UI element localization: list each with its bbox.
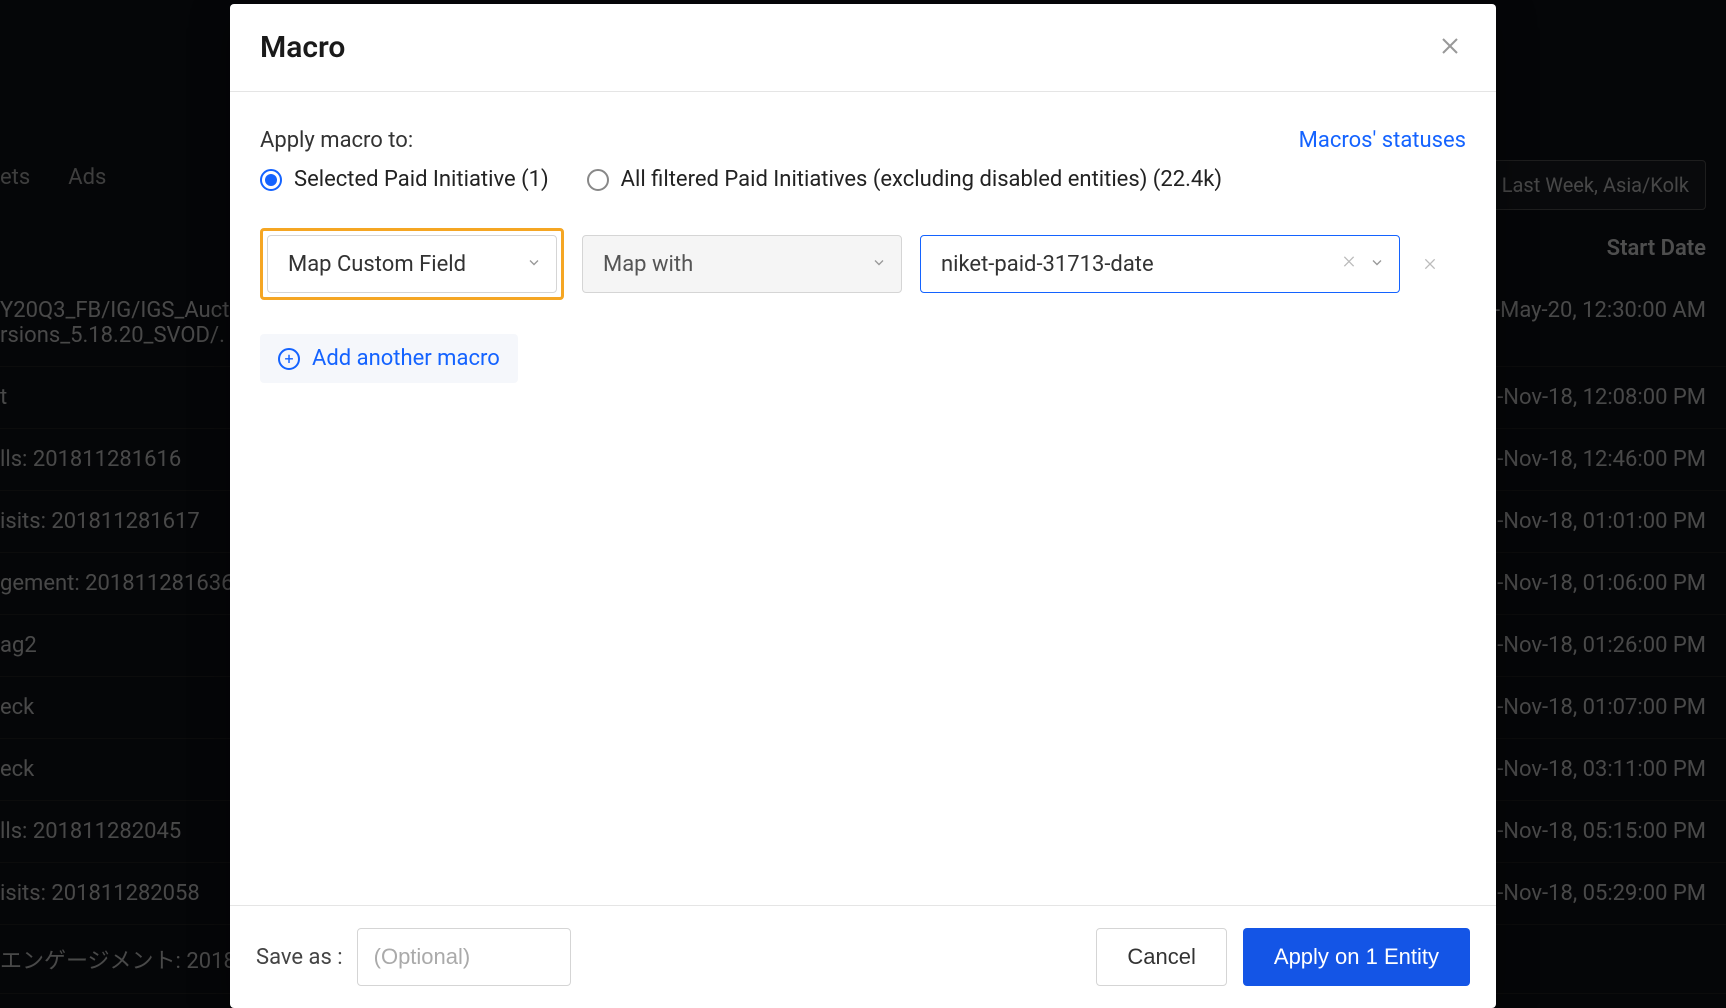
bg-tab-ads: Ads: [68, 165, 106, 190]
plus-circle-icon: +: [278, 348, 300, 370]
clear-value-button[interactable]: [1341, 254, 1357, 275]
cancel-button[interactable]: Cancel: [1096, 928, 1226, 986]
radio-icon: [260, 169, 282, 191]
radio-label: Selected Paid Initiative (1): [294, 167, 549, 192]
date-range-pill: Last Week, Asia/Kolk: [1485, 160, 1706, 210]
bg-tab-ets: ets: [0, 165, 30, 190]
save-as-input[interactable]: [357, 928, 571, 986]
modal-header: Macro: [230, 4, 1496, 92]
combo-value: niket-paid-31713-date: [941, 252, 1154, 277]
radio-label: All filtered Paid Initiatives (excluding…: [621, 167, 1222, 192]
map-with-select[interactable]: Map with: [582, 235, 902, 293]
chevron-down-icon: [526, 252, 542, 277]
modal-footer: Save as : Cancel Apply on 1 Entity: [230, 905, 1496, 1008]
add-another-label: Add another macro: [312, 346, 500, 371]
footer-actions: Cancel Apply on 1 Entity: [1096, 928, 1470, 986]
apply-scope-radio-group: Selected Paid Initiative (1) All filtere…: [260, 167, 1466, 192]
select-value: Map with: [603, 252, 693, 277]
modal-title: Macro: [260, 30, 345, 65]
add-another-macro-button[interactable]: + Add another macro: [260, 334, 518, 383]
chevron-down-icon: [871, 252, 887, 277]
apply-button[interactable]: Apply on 1 Entity: [1243, 928, 1470, 986]
bg-tabs: ets Ads: [0, 165, 114, 190]
custom-field-value-combo[interactable]: niket-paid-31713-date: [920, 235, 1400, 293]
chevron-down-icon: [1369, 252, 1385, 277]
highlighted-select-wrap: Map Custom Field: [260, 228, 564, 300]
save-as-label: Save as :: [256, 945, 343, 970]
modal-body: Apply macro to: Macros' statuses Selecte…: [230, 92, 1496, 905]
macro-row: Map Custom Field Map with niket-paid-317…: [260, 228, 1466, 300]
radio-icon: [587, 169, 609, 191]
save-as-group: Save as :: [256, 928, 571, 986]
apply-macro-label: Apply macro to:: [260, 128, 413, 153]
close-button[interactable]: [1434, 32, 1466, 64]
action-select[interactable]: Map Custom Field: [267, 235, 557, 293]
radio-all-filtered[interactable]: All filtered Paid Initiatives (excluding…: [587, 167, 1222, 192]
remove-macro-row-button[interactable]: [1418, 252, 1442, 276]
radio-selected-initiative[interactable]: Selected Paid Initiative (1): [260, 167, 549, 192]
close-icon: [1438, 34, 1462, 62]
macro-modal: Macro Apply macro to: Macros' statuses S…: [230, 4, 1496, 1008]
select-value: Map Custom Field: [288, 252, 466, 277]
macros-statuses-link[interactable]: Macros' statuses: [1299, 128, 1466, 153]
start-date-header: Start Date: [1607, 236, 1706, 261]
